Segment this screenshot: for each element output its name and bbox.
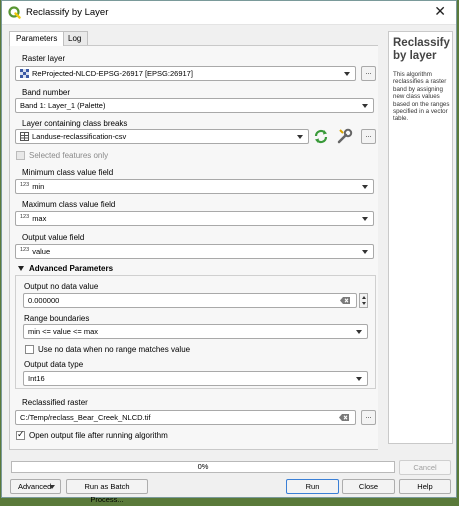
min-field-value: min [32,182,45,191]
spin-down-icon[interactable] [361,302,366,305]
class-breaks-browse-button[interactable]: ... [361,129,376,144]
class-breaks-label: Layer containing class breaks [22,119,128,128]
parameters-scrollbar[interactable] [378,45,385,450]
table-layer-icon [20,132,29,141]
raster-layer-label: Raster layer [22,54,66,63]
output-data-type-value: Int16 [28,374,45,383]
help-button[interactable]: Help [399,479,451,494]
max-field-combo[interactable]: 123 max [15,211,374,226]
close-button[interactable]: Close [342,479,395,494]
cancel-button[interactable]: Cancel [399,460,451,475]
title-bar: Reclassify by Layer ✕ [2,1,456,25]
nodata-no-match-checkbox[interactable] [25,345,34,354]
nodata-no-match-label: Use no data when no range matches value [38,345,191,354]
clear-icon[interactable] [340,297,350,304]
output-data-type-combo[interactable]: Int16 [23,371,368,386]
progress-bar: 0% [11,461,395,473]
tab-parameters[interactable]: Parameters [9,31,65,46]
raster-layer-browse-button[interactable]: ... [361,66,376,81]
reclassified-raster-label: Reclassified raster [22,398,88,407]
range-boundaries-combo[interactable]: min <= value <= max [23,324,368,339]
band-number-label: Band number [22,88,71,97]
chevron-down-icon [362,217,368,221]
chevron-down-icon [297,135,303,139]
advanced-button[interactable]: Advanced [10,479,61,494]
numeric-field-icon: 123 [20,182,30,188]
min-field-combo[interactable]: 123 min [15,179,374,194]
batch-process-button[interactable]: Run as Batch Process... [66,479,148,504]
min-field-label: Minimum class value field [22,168,114,177]
numeric-field-icon: 123 [20,214,30,220]
reclassified-raster-input[interactable]: C:/Temp/reclass_Bear_Creek_NLCD.tif [15,410,356,425]
chevron-down-icon [362,250,368,254]
qgis-logo-icon [8,6,21,19]
help-description: This algorithm reclassifies a raster ban… [393,71,450,123]
tab-log[interactable]: Log [61,31,89,45]
run-button[interactable]: Run [286,479,339,494]
advanced-parameters-header[interactable]: Advanced Parameters [29,264,113,273]
nodata-label: Output no data value [24,282,99,291]
wrench-settings-icon[interactable] [337,128,353,144]
output-data-type-label: Output data type [24,360,84,369]
band-number-combo[interactable]: Band 1: Layer_1 (Palette) [15,98,374,113]
band-number-value: Band 1: Layer_1 (Palette) [20,101,106,110]
class-breaks-combo[interactable]: Landuse-reclassification-csv [15,129,309,144]
progress-text: 0% [197,462,209,471]
range-boundaries-value: min <= value <= max [28,327,99,336]
chevron-down-icon [362,104,368,108]
help-title: Reclassify by layer [393,37,450,62]
class-breaks-value: Landuse-reclassification-csv [32,132,127,141]
iterate-icon[interactable] [313,129,329,144]
nodata-value: 0.000000 [28,296,60,305]
close-icon[interactable]: ✕ [434,3,446,20]
nodata-input[interactable]: 0.000000 [23,293,357,308]
raster-layer-icon [20,69,29,78]
chevron-down-icon [356,377,362,381]
window-title: Reclassify by Layer [26,7,109,18]
chevron-down-icon [362,185,368,189]
reclassified-raster-value: C:/Temp/reclass_Bear_Creek_NLCD.tif [20,413,151,422]
parameters-panel: Raster layer ReProjected-NLCD-EPSG-26917… [9,45,384,450]
advanced-button-label: Advanced [18,482,52,491]
raster-layer-value: ReProjected-NLCD-EPSG-26917 [EPSG:26917] [32,69,193,78]
numeric-field-icon: 123 [20,247,30,253]
nodata-spinner[interactable] [359,293,368,308]
advanced-parameters-group: Output no data value 0.000000 Range boun… [15,275,376,389]
output-field-label: Output value field [22,233,85,242]
chevron-down-icon [344,72,350,76]
selected-features-label: Selected features only [29,151,109,160]
spin-up-icon[interactable] [361,296,366,299]
reclassified-raster-browse-button[interactable]: ... [361,410,376,425]
chevron-down-icon [49,485,55,489]
chevron-down-icon [356,330,362,334]
raster-layer-combo[interactable]: ReProjected-NLCD-EPSG-26917 [EPSG:26917] [15,66,356,81]
selected-features-checkbox[interactable] [16,151,25,160]
open-output-checkbox[interactable] [16,429,25,440]
open-output-label: Open output file after running algorithm [29,431,168,440]
max-field-value: max [32,214,47,223]
range-boundaries-label: Range boundaries [24,314,90,323]
dialog-window: Reclassify by Layer ✕ Parameters Log Ras… [1,0,457,504]
clear-icon[interactable] [339,414,349,421]
output-field-combo[interactable]: 123 value [15,244,374,259]
max-field-label: Maximum class value field [22,200,116,209]
collapse-arrow-icon[interactable] [18,266,24,271]
output-field-value: value [32,247,51,256]
help-pane: Reclassify by layer This algorithm recla… [388,31,453,444]
